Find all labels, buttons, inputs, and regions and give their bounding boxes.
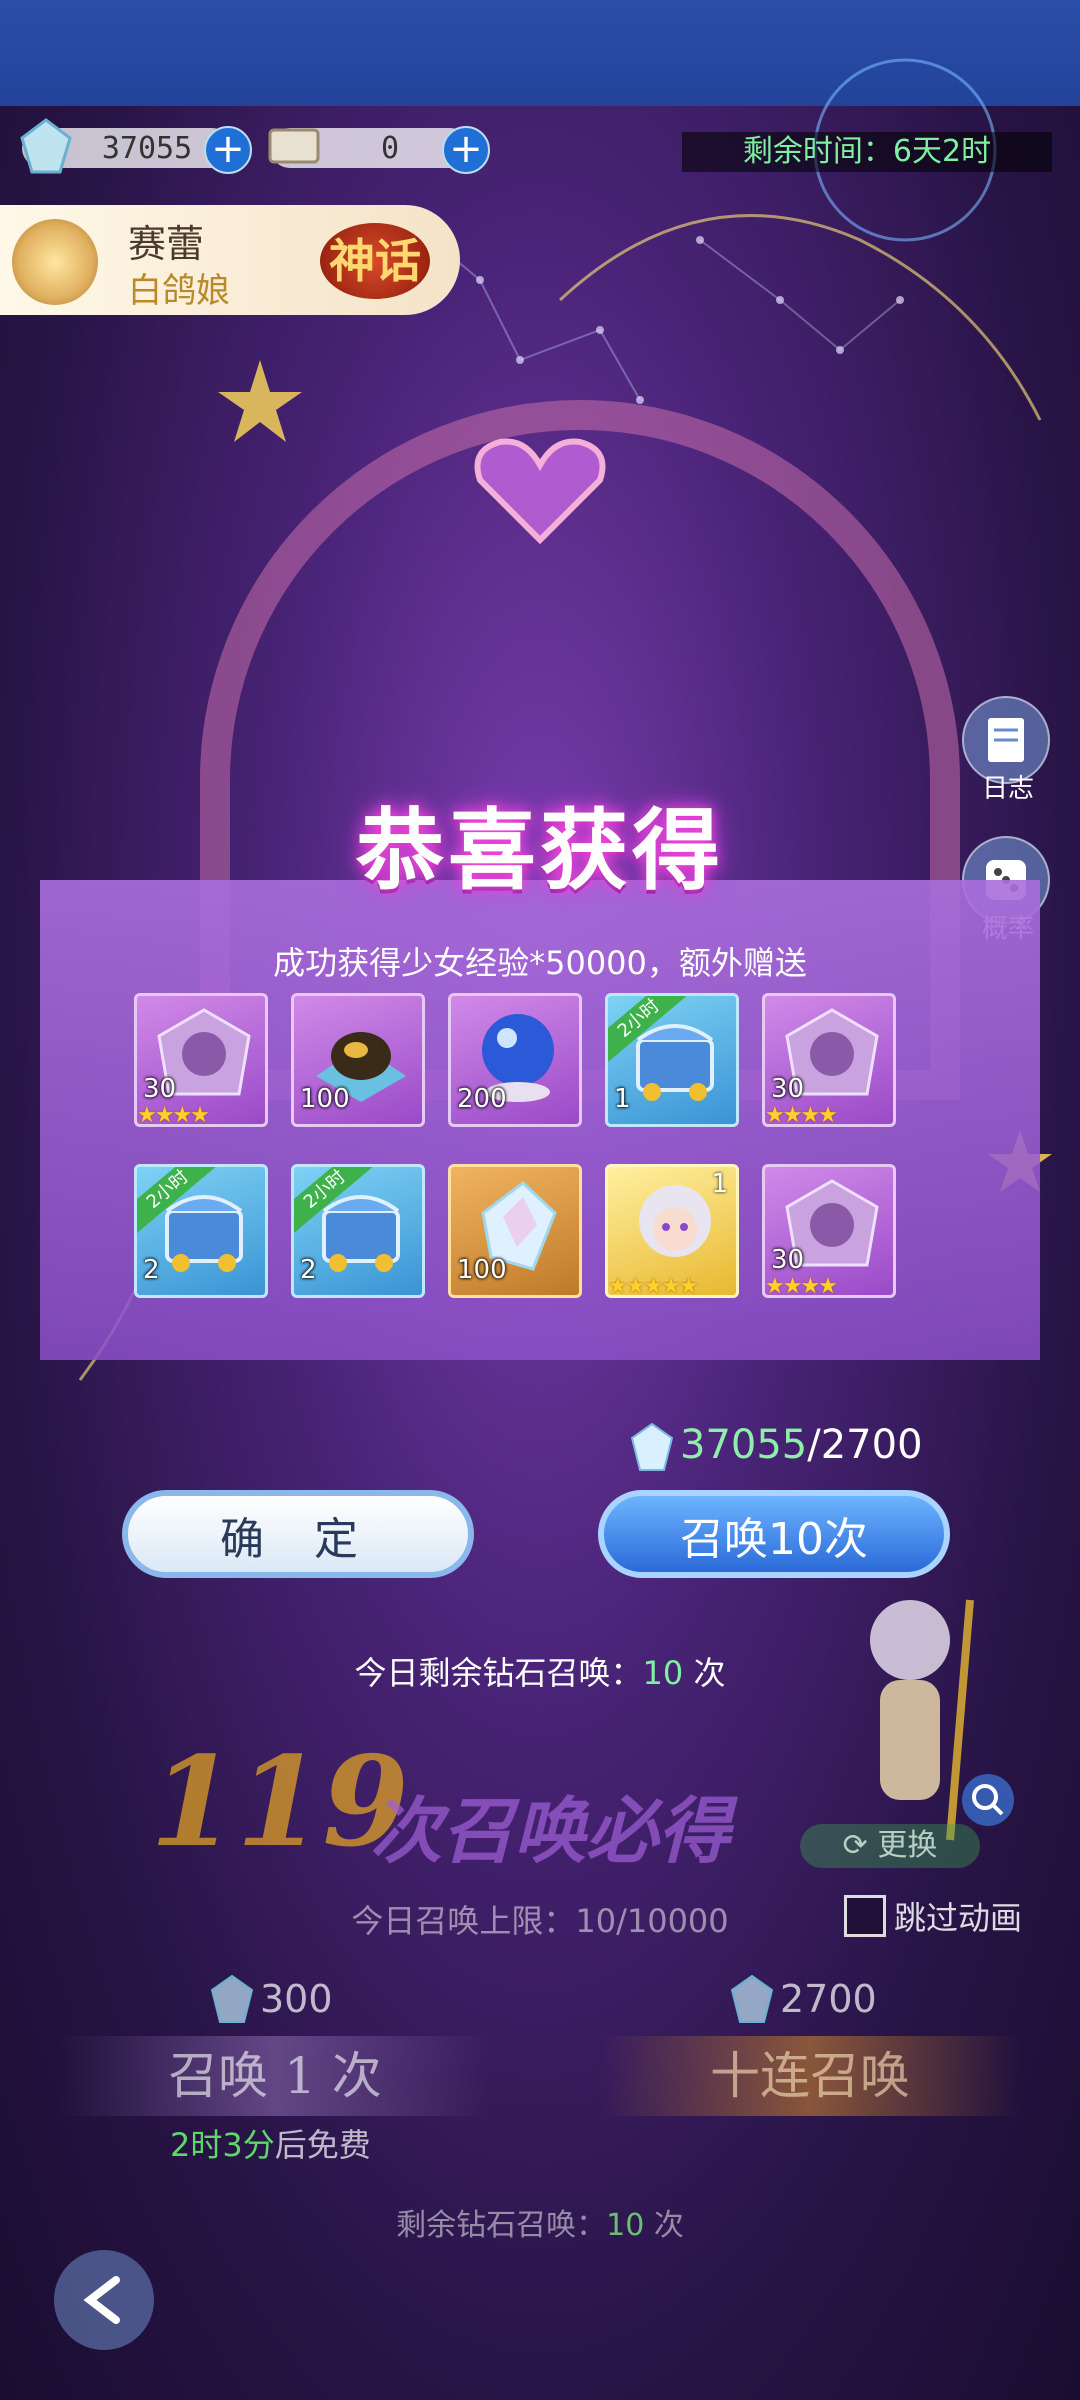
bottom-left-prefix: 剩余钻石召唤：: [396, 2208, 607, 2243]
summon-once-button[interactable]: 召唤 1 次: [60, 2036, 490, 2116]
star-rating: ★★★★: [765, 1103, 838, 1127]
item-count: 30: [143, 1074, 177, 1104]
star-rating: ★★★★★: [608, 1274, 699, 1298]
single-summon-price: 300: [210, 1974, 333, 2024]
heart-gem-icon: [474, 438, 606, 545]
item-count: 30: [771, 1074, 805, 1104]
character-card[interactable]: 赛蕾 白鸽娘 神话: [0, 205, 460, 315]
top-bar: [0, 0, 1080, 106]
free-suffix: 后免费: [274, 2126, 371, 2164]
item-count: 200: [457, 1084, 507, 1114]
single-price-value: 300: [260, 1977, 333, 2021]
summon-10-button[interactable]: 召唤10次: [598, 1490, 950, 1578]
star-rating: ★★★★: [765, 1274, 838, 1298]
gem-icon: [630, 1422, 674, 1471]
free-timer: 2时3分后免费: [170, 2120, 371, 2166]
ticket-counter: 0 +: [268, 126, 490, 174]
skip-animation-toggle[interactable]: 跳过动画: [844, 1893, 1022, 1939]
item-count: 1: [614, 1084, 631, 1114]
today-remaining-summons: 今日剩余钻石召唤：10 次: [0, 1648, 1080, 1694]
character-name: 赛蕾: [128, 222, 205, 266]
item-count: 1: [711, 1169, 728, 1199]
remaining-diamond-summons: 剩余钻石召唤：10 次: [0, 2200, 1080, 2244]
popup-subtitle: 成功获得少女经验*50000，额外赠送: [273, 944, 807, 982]
back-button[interactable]: [54, 2250, 154, 2350]
rarity-badge: 神话: [320, 223, 430, 299]
today-left-suffix: 次: [683, 1654, 726, 1692]
change-label: 更换: [877, 1828, 938, 1863]
reward-item[interactable]: 100: [448, 1164, 582, 1298]
today-left-count: 10: [642, 1654, 684, 1692]
summon-ten-button[interactable]: 十连召唤: [600, 2036, 1020, 2116]
bottom-left-suffix: 次: [644, 2208, 684, 2243]
gems-required: /2700: [807, 1422, 923, 1468]
reward-item[interactable]: 30 ★★★★: [762, 1164, 896, 1298]
item-count: 100: [457, 1255, 507, 1285]
reward-item[interactable]: 1 ★★★★★: [605, 1164, 739, 1298]
reward-item[interactable]: 2小时 2: [134, 1164, 268, 1298]
ten-summon-price: 2700: [730, 1974, 877, 2024]
change-button[interactable]: ⟳ 更换: [800, 1824, 980, 1868]
star-rating: ★★★★: [137, 1103, 210, 1127]
skip-label: 跳过动画: [894, 1899, 1023, 1937]
pity-text: 次召唤必得: [370, 1788, 731, 1873]
free-time-value: 2时3分: [170, 2126, 275, 2164]
item-count: 30: [771, 1245, 805, 1275]
gem-icon: [20, 118, 72, 174]
character-title: 白鸽娘: [128, 271, 230, 311]
confirm-button[interactable]: 确 定: [122, 1490, 474, 1578]
skip-checkbox[interactable]: [844, 1895, 886, 1937]
gems-owned: 37055: [680, 1422, 808, 1468]
refresh-icon: ⟳: [842, 1828, 878, 1863]
item-count: 100: [300, 1084, 350, 1114]
remaining-time: 剩余时间：6天2时: [682, 132, 1052, 172]
item-count: 2: [300, 1255, 317, 1285]
item-count: 2: [143, 1255, 160, 1285]
add-gems-button[interactable]: +: [204, 126, 252, 174]
add-tickets-button[interactable]: +: [442, 126, 490, 174]
reward-item[interactable]: 30 ★★★★: [134, 993, 268, 1127]
reward-item[interactable]: 30 ★★★★: [762, 993, 896, 1127]
reward-item[interactable]: 200: [448, 993, 582, 1127]
gem-counter: 37055 +: [20, 118, 252, 174]
bottom-left-count: 10: [606, 2208, 645, 2243]
popup-title: 恭喜获得: [355, 798, 724, 902]
ten-price-value: 2700: [780, 1977, 877, 2021]
reward-item[interactable]: 100: [291, 993, 425, 1127]
reward-item[interactable]: 2小时 1: [605, 993, 739, 1127]
gem-icon: [210, 1974, 254, 2023]
reward-item[interactable]: 2小时 2: [291, 1164, 425, 1298]
gem-icon: [730, 1974, 774, 2023]
back-arrow-icon: [83, 2276, 120, 2324]
ticket-icon: [268, 128, 320, 164]
search-icon[interactable]: [958, 1770, 1018, 1830]
summon-cost: 37055/2700: [630, 1422, 923, 1472]
sun-emblem-icon: [12, 219, 98, 305]
today-left-prefix: 今日剩余钻石召唤：: [354, 1654, 643, 1692]
